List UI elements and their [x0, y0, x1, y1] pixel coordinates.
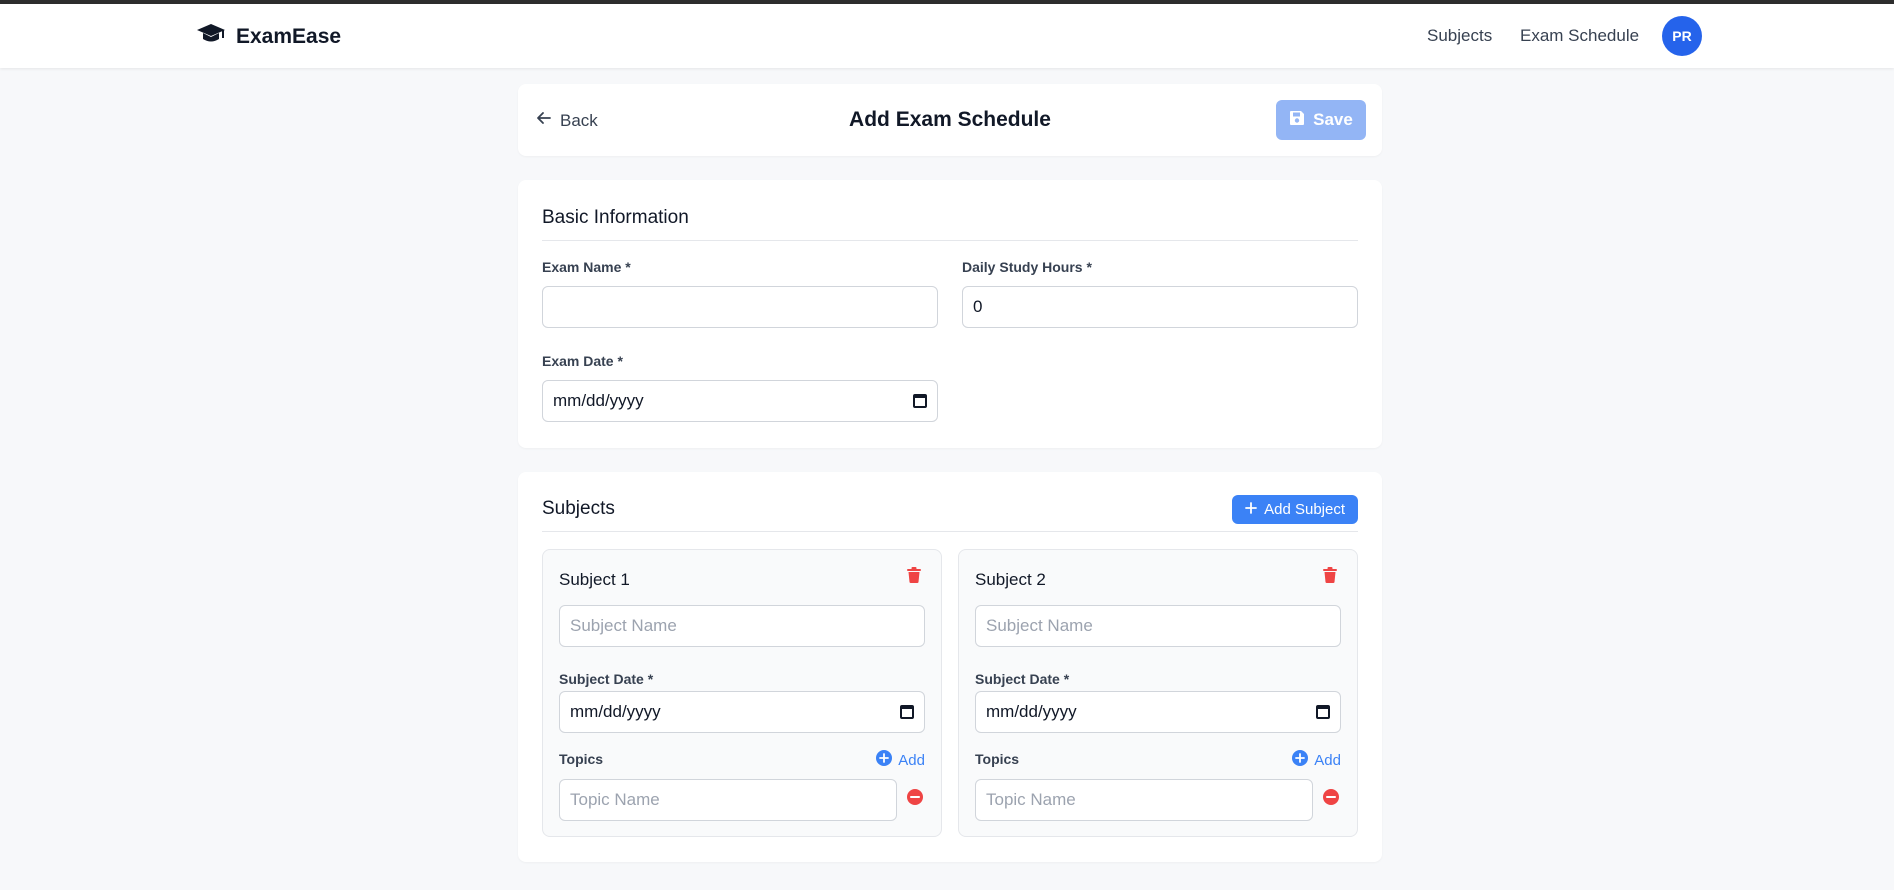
avatar[interactable]: PR [1662, 16, 1702, 56]
add-topic-button[interactable]: Add [1292, 750, 1341, 770]
save-button[interactable]: Save [1276, 100, 1366, 140]
subject-title: Subject 1 [559, 570, 630, 589]
page-header-card: Back Add Exam Schedule Save [518, 84, 1382, 156]
subject-name-input[interactable] [559, 605, 925, 647]
add-topic-label: Add [898, 751, 925, 769]
calendar-icon[interactable] [1316, 705, 1330, 719]
subject-date-input[interactable]: mm/dd/yyyy [975, 691, 1341, 733]
nav-subjects-link[interactable]: Subjects [1427, 26, 1492, 46]
nav-exam-schedule-link[interactable]: Exam Schedule [1520, 26, 1639, 46]
page-title: Add Exam Schedule [849, 108, 1051, 131]
subject-card-2: Subject 2 Subject Date * mm/dd/yyyy Topi… [958, 549, 1358, 837]
plus-circle-icon [876, 750, 893, 770]
plus-circle-icon [1292, 750, 1309, 770]
exam-date-value: mm/dd/yyyy [553, 391, 644, 410]
brand[interactable]: ExamEase [196, 22, 341, 51]
add-subject-button[interactable]: Add Subject [1232, 495, 1358, 524]
subject-name-input[interactable] [975, 605, 1341, 647]
calendar-icon[interactable] [913, 394, 927, 408]
subject-date-label: Subject Date * [975, 671, 1070, 687]
brand-name: ExamEase [236, 24, 342, 48]
subject-date-label: Subject Date * [559, 671, 654, 687]
minus-circle-icon[interactable] [907, 789, 923, 810]
subject-date-input[interactable]: mm/dd/yyyy [559, 691, 925, 733]
subjects-title: Subjects [542, 498, 615, 519]
subject-card-1: Subject 1 Subject Date * mm/dd/yyyy Topi… [542, 549, 942, 837]
daily-study-hours-input[interactable] [962, 286, 1358, 328]
exam-name-input[interactable] [542, 286, 938, 328]
topics-label: Topics [975, 751, 1020, 767]
topics-label: Topics [559, 751, 604, 767]
exam-date-input[interactable]: mm/dd/yyyy [542, 380, 938, 422]
subject-title: Subject 2 [975, 570, 1046, 589]
navbar: ExamEase Subjects Exam Schedule PR [0, 4, 1894, 68]
topic-name-input[interactable] [975, 779, 1313, 821]
minus-circle-icon[interactable] [1323, 789, 1339, 810]
trash-icon[interactable] [907, 567, 921, 588]
exam-date-label: Exam Date * [542, 353, 623, 369]
topic-name-input[interactable] [559, 779, 897, 821]
divider [542, 240, 1358, 241]
add-subject-label: Add Subject [1264, 501, 1345, 518]
add-topic-label: Add [1314, 751, 1341, 769]
subject-date-value: mm/dd/yyyy [986, 702, 1077, 721]
exam-name-label: Exam Name * [542, 259, 631, 275]
plus-icon [1245, 501, 1258, 518]
trash-icon[interactable] [1323, 567, 1337, 588]
save-label: Save [1313, 110, 1353, 129]
graduation-cap-icon [196, 22, 226, 51]
daily-study-hours-label: Daily Study Hours * [962, 259, 1092, 275]
divider [542, 531, 1358, 532]
floppy-disk-icon [1289, 110, 1305, 131]
subjects-card: Subjects Add Subject Subject 1 Subject D… [518, 472, 1382, 862]
calendar-icon[interactable] [900, 705, 914, 719]
subject-date-value: mm/dd/yyyy [570, 702, 661, 721]
add-topic-button[interactable]: Add [876, 750, 925, 770]
basic-information-card: Basic Information Exam Name * Daily Stud… [518, 180, 1382, 448]
basic-information-title: Basic Information [542, 207, 689, 228]
